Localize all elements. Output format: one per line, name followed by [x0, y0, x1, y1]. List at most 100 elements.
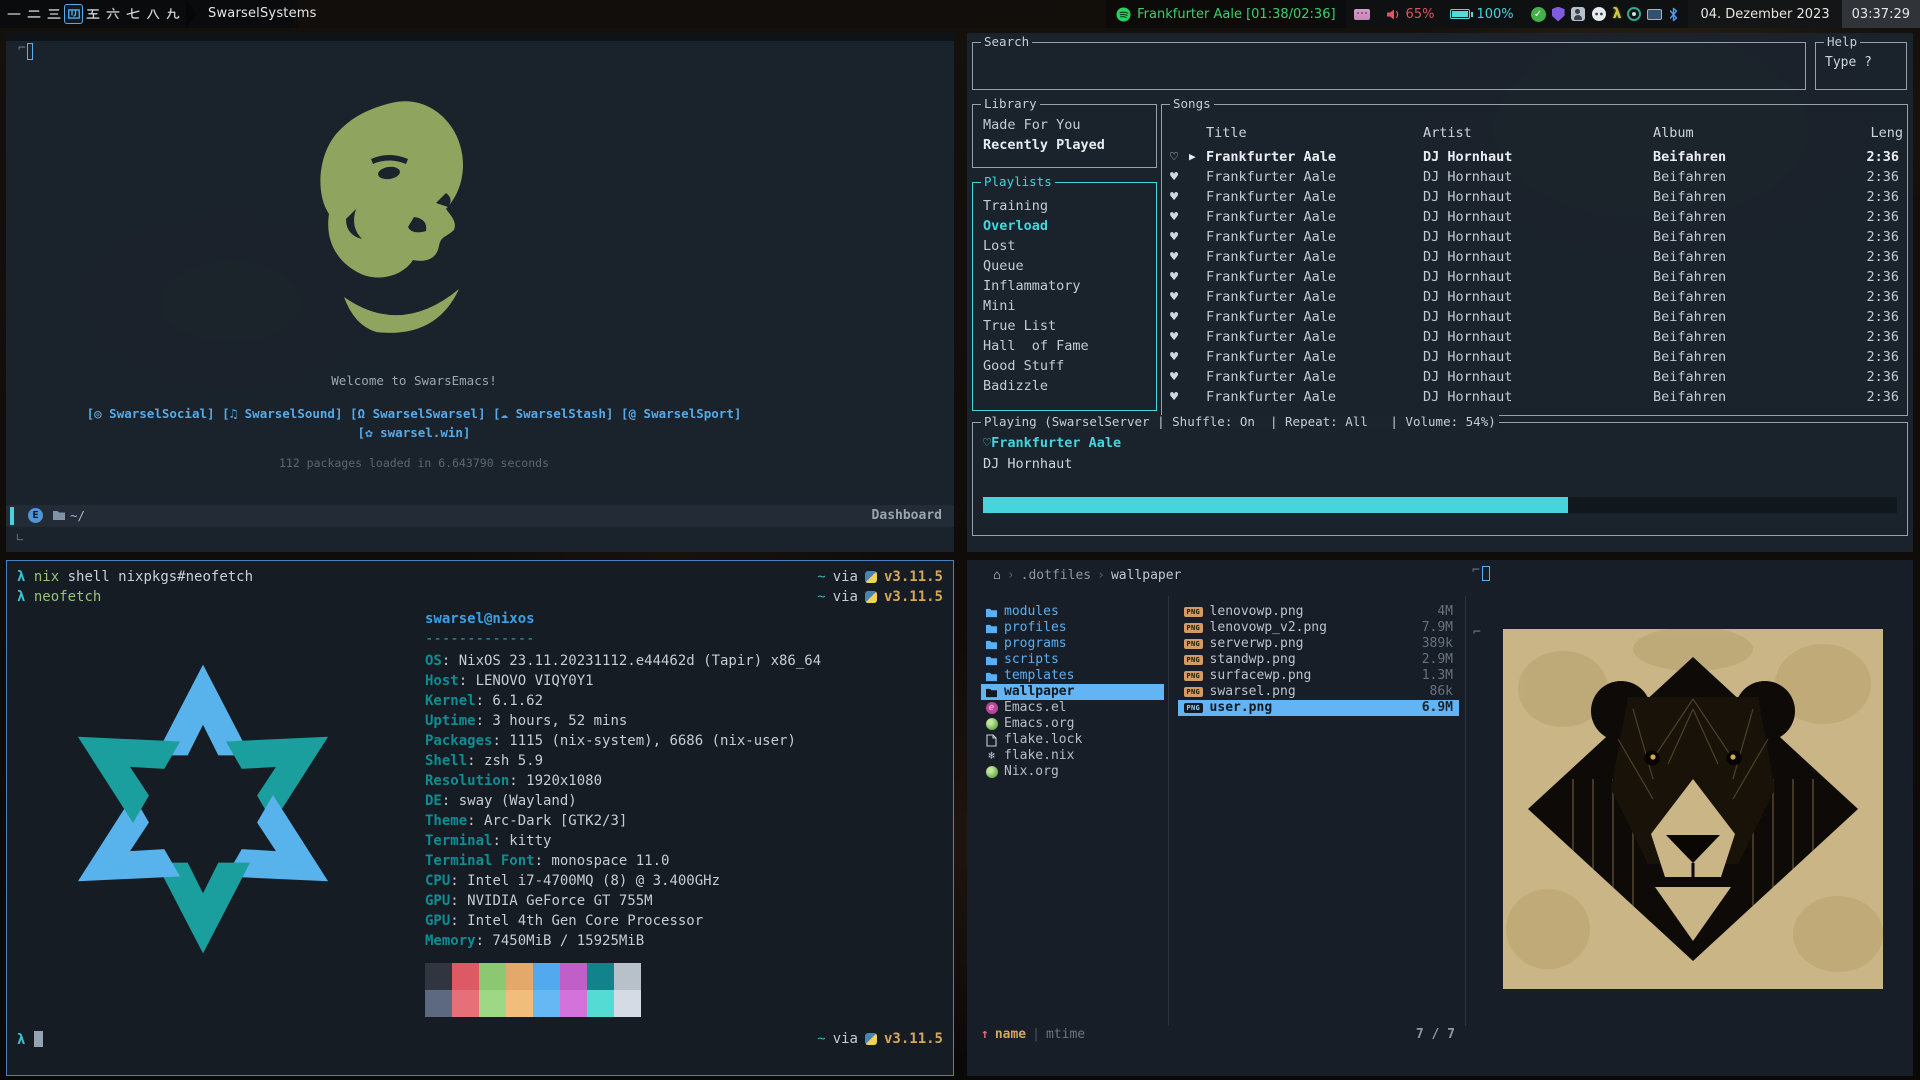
- now-playing-widget[interactable]: Frankfurter Aale [01:38/02:36]: [1106, 0, 1345, 28]
- file-manager-window[interactable]: ⌂›.dotfiles›wallpaper modulesprofilespro…: [967, 560, 1913, 1076]
- playlist-item[interactable]: True List: [973, 316, 1156, 336]
- playlist-item[interactable]: Hall of Fame: [973, 336, 1156, 356]
- song-row[interactable]: ♥Frankfurter AaleDJ HornhautBeifahren2:3…: [1162, 227, 1907, 247]
- playlist-item[interactable]: Overload: [973, 216, 1156, 236]
- heart-icon[interactable]: ♡: [1170, 147, 1178, 167]
- dir-item-programs[interactable]: programs: [981, 636, 1164, 652]
- dir-item-flake.nix[interactable]: ❄flake.nix: [981, 748, 1164, 764]
- file-item-user.png[interactable]: PNGuser.png6.9M: [1178, 700, 1459, 716]
- dashboard-link-swarselswarsel[interactable]: [Ω SwarselSwarsel]: [350, 406, 485, 421]
- song-row[interactable]: ♥Frankfurter AaleDJ HornhautBeifahren2:3…: [1162, 207, 1907, 227]
- dir-item-modules[interactable]: modules: [981, 604, 1164, 620]
- column-artist[interactable]: Artist: [1423, 125, 1472, 141]
- keyboard-icon[interactable]: [1354, 9, 1370, 20]
- file-item-lenovowp_v2.png[interactable]: PNGlenovowp_v2.png7.9M: [1178, 620, 1459, 636]
- lambda-icon[interactable]: λ: [1613, 6, 1622, 22]
- workspace-5[interactable]: [83, 0, 103, 28]
- workspace-6[interactable]: [103, 0, 123, 28]
- dir-item-Emacs.org[interactable]: Emacs.org: [981, 716, 1164, 732]
- breadcrumb-parent[interactable]: .dotfiles: [1021, 568, 1091, 583]
- heart-icon[interactable]: ♥: [1170, 327, 1178, 347]
- battery-widget[interactable]: 100%: [1442, 0, 1521, 28]
- playlist-item[interactable]: Training: [973, 196, 1156, 216]
- workspace-3[interactable]: [44, 0, 64, 28]
- column-title[interactable]: Title: [1206, 125, 1247, 141]
- terminal-prompt[interactable]: λ: [17, 1031, 43, 1048]
- user-icon[interactable]: [1571, 7, 1585, 21]
- song-row[interactable]: ♥Frankfurter AaleDJ HornhautBeifahren2:3…: [1162, 187, 1907, 207]
- playlist-item[interactable]: Queue: [973, 256, 1156, 276]
- library-item[interactable]: Made For You: [973, 115, 1156, 135]
- playlist-item[interactable]: Lost: [973, 236, 1156, 256]
- dir-item-Emacs.el[interactable]: eEmacs.el: [981, 700, 1164, 716]
- dir-item-profiles[interactable]: profiles: [981, 620, 1164, 636]
- workspace-2[interactable]: [24, 0, 44, 28]
- playlist-item[interactable]: Good Stuff: [973, 356, 1156, 376]
- song-row[interactable]: ♥Frankfurter AaleDJ HornhautBeifahren2:3…: [1162, 267, 1907, 287]
- song-row[interactable]: ♥Frankfurter AaleDJ HornhautBeifahren2:3…: [1162, 327, 1907, 347]
- dashboard-link-swarselsocial[interactable]: [◎ SwarselSocial]: [87, 406, 215, 421]
- display-icon[interactable]: [1647, 9, 1662, 20]
- heart-icon[interactable]: ♥: [1170, 167, 1178, 187]
- sort-status[interactable]: ↑ name | mtime: [981, 1027, 1085, 1042]
- workspace-7[interactable]: [123, 0, 143, 28]
- playlist-item[interactable]: Mini: [973, 296, 1156, 316]
- bluetooth-icon[interactable]: [1668, 7, 1679, 22]
- clock-time[interactable]: 03:37:29: [1842, 0, 1920, 28]
- file-item-serverwp.png[interactable]: PNGserverwp.png389k: [1178, 636, 1459, 652]
- dir-item-templates[interactable]: templates: [981, 668, 1164, 684]
- song-row[interactable]: ♥Frankfurter AaleDJ HornhautBeifahren2:3…: [1162, 247, 1907, 267]
- dir-item-scripts[interactable]: scripts: [981, 652, 1164, 668]
- heart-icon[interactable]: ♥: [1170, 187, 1178, 207]
- song-row[interactable]: ♥Frankfurter AaleDJ HornhautBeifahren2:3…: [1162, 307, 1907, 327]
- file-item-surfacewp.png[interactable]: PNGsurfacewp.png1.3M: [1178, 668, 1459, 684]
- breadcrumb-current[interactable]: wallpaper: [1111, 568, 1181, 583]
- discord-icon[interactable]: [1591, 6, 1607, 22]
- file-item-swarsel.png[interactable]: PNGswarsel.png86k: [1178, 684, 1459, 700]
- check-icon[interactable]: ✓: [1531, 7, 1546, 22]
- dir-item-wallpaper[interactable]: wallpaper: [981, 684, 1164, 700]
- dashboard-link-swarselsport[interactable]: [@ SwarselSport]: [621, 406, 741, 421]
- terminal-window[interactable]: λ nix shell nixpkgs#neofetch ~viav3.11.5…: [6, 560, 954, 1076]
- workspace-4[interactable]: [64, 4, 83, 24]
- search-box[interactable]: Search: [972, 42, 1806, 90]
- progress-bar[interactable]: [983, 497, 1897, 513]
- song-row[interactable]: ♥Frankfurter AaleDJ HornhautBeifahren2:3…: [1162, 347, 1907, 367]
- file-item-lenovowp.png[interactable]: PNGlenovowp.png4M: [1178, 604, 1459, 620]
- song-row[interactable]: ♥Frankfurter AaleDJ HornhautBeifahren2:3…: [1162, 367, 1907, 387]
- heart-icon[interactable]: ♥: [1170, 387, 1178, 407]
- music-player-window[interactable]: Search Help Type ? Library Made For YouR…: [967, 33, 1913, 552]
- song-row[interactable]: ♥Frankfurter AaleDJ HornhautBeifahren2:3…: [1162, 387, 1907, 407]
- volume-widget[interactable]: 65%: [1378, 0, 1443, 28]
- heart-icon[interactable]: ♥: [1170, 367, 1178, 387]
- dashboard-link-swarselstash[interactable]: [☁ SwarselStash]: [493, 406, 613, 421]
- heart-icon[interactable]: ♥: [1170, 207, 1178, 227]
- song-row[interactable]: ♥Frankfurter AaleDJ HornhautBeifahren2:3…: [1162, 167, 1907, 187]
- playlist-item[interactable]: Inflammatory: [973, 276, 1156, 296]
- home-icon[interactable]: ⌂: [993, 568, 1001, 583]
- workspace-8[interactable]: [143, 0, 163, 28]
- heart-icon[interactable]: ♥: [1170, 287, 1178, 307]
- dashboard-link-swarsel.win[interactable]: [✿ swarsel.win]: [358, 425, 471, 440]
- workspace-9[interactable]: [163, 0, 183, 28]
- song-row[interactable]: ♥Frankfurter AaleDJ HornhautBeifahren2:3…: [1162, 287, 1907, 307]
- syncthing-icon[interactable]: [1627, 7, 1641, 21]
- heart-icon[interactable]: ♡: [983, 435, 991, 451]
- heart-icon[interactable]: ♥: [1170, 347, 1178, 367]
- playlist-item[interactable]: Badizzle: [973, 376, 1156, 396]
- shield-icon[interactable]: [1552, 7, 1565, 22]
- column-length[interactable]: Leng: [1870, 125, 1903, 141]
- library-item[interactable]: Recently Played: [973, 135, 1156, 155]
- heart-icon[interactable]: ♥: [1170, 247, 1178, 267]
- heart-icon[interactable]: ♥: [1170, 227, 1178, 247]
- clock-date[interactable]: 04. Dezember 2023: [1688, 0, 1841, 28]
- heart-icon[interactable]: ♥: [1170, 267, 1178, 287]
- file-item-standwp.png[interactable]: PNGstandwp.png2.9M: [1178, 652, 1459, 668]
- heart-icon[interactable]: ♥: [1170, 307, 1178, 327]
- song-row[interactable]: ♡▶Frankfurter AaleDJ HornhautBeifahren2:…: [1162, 147, 1907, 167]
- dir-item-flake.lock[interactable]: flake.lock: [981, 732, 1164, 748]
- dashboard-link-swarselsound[interactable]: [♫ SwarselSound]: [222, 406, 342, 421]
- column-album[interactable]: Album: [1653, 125, 1694, 141]
- dir-item-Nix.org[interactable]: Nix.org: [981, 764, 1164, 780]
- workspace-1[interactable]: [4, 0, 24, 28]
